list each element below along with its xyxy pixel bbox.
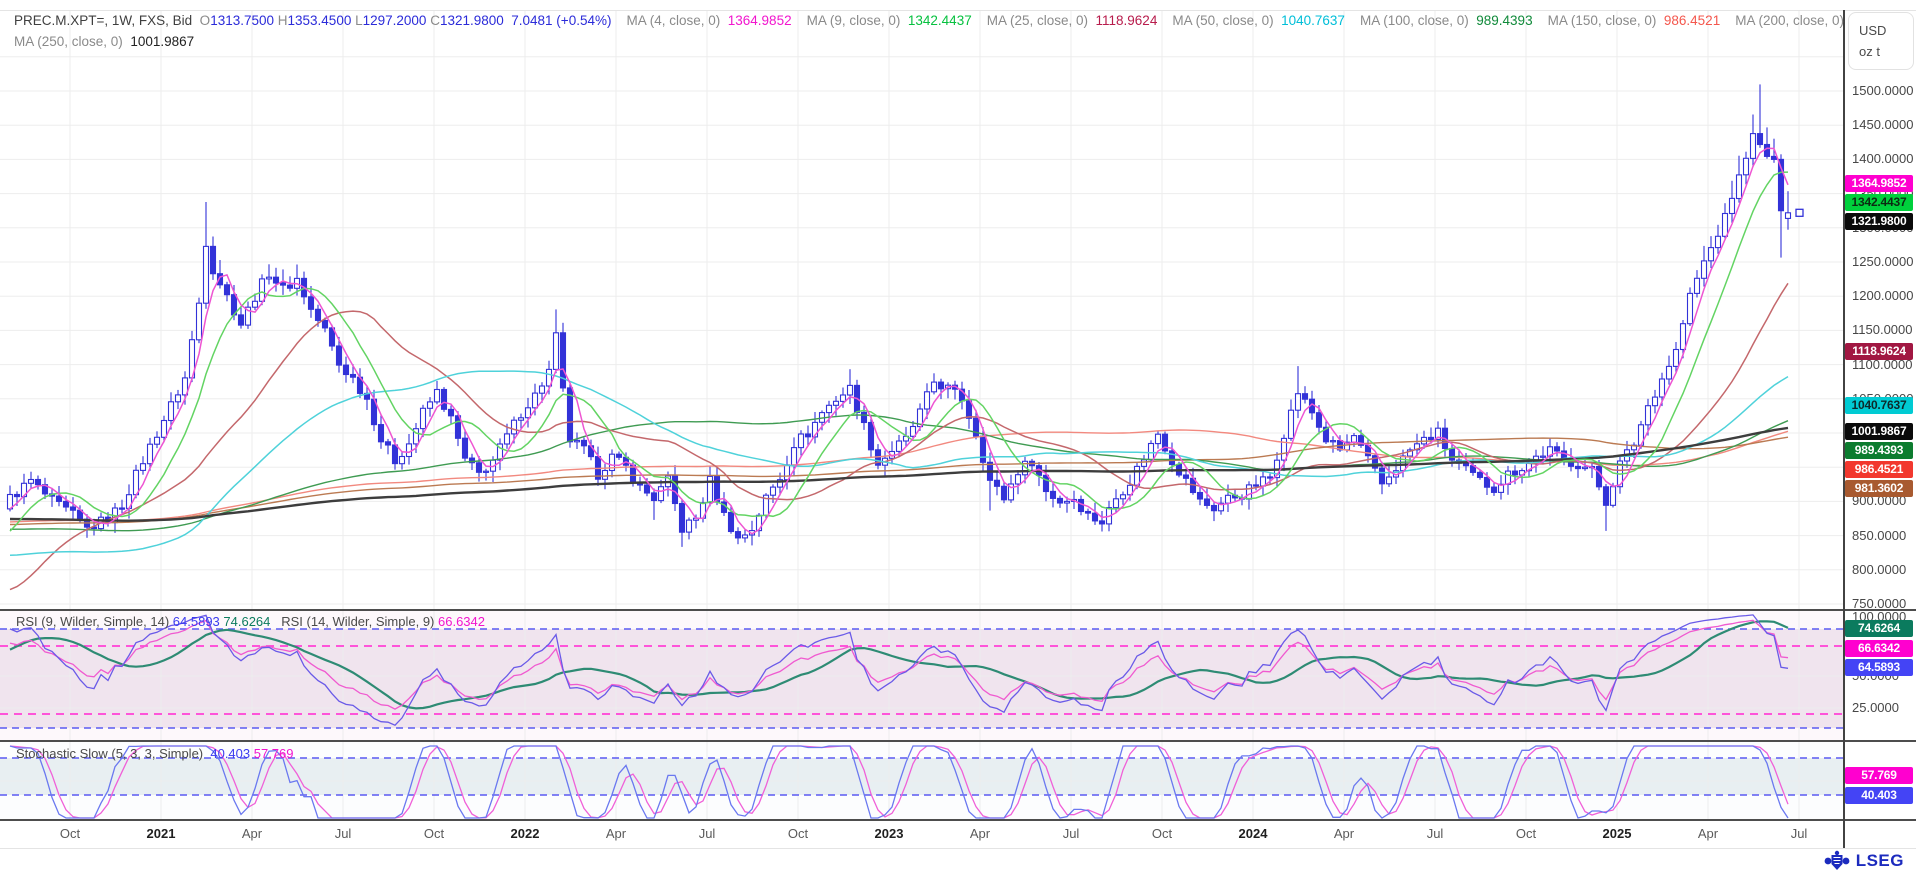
date-label[interactable]: 2021 bbox=[147, 826, 176, 841]
rsi-indicator-label[interactable]: RSI (9, Wilder, Simple, 14) 64.5893 74.6… bbox=[16, 614, 485, 629]
quote-header-segment: MA (150, close, 0) bbox=[1533, 13, 1664, 28]
quote-header-segment: 986.4521 bbox=[1664, 13, 1720, 28]
rsi-tick-label: 25.0000 bbox=[1852, 700, 1899, 715]
price-tick-label: 850.0000 bbox=[1852, 528, 1906, 543]
quote-header-segment: MA (100, close, 0) bbox=[1345, 13, 1476, 28]
price-axis-badge: 1342.4437 bbox=[1845, 194, 1913, 211]
quote-header-segment: 1321.9800 bbox=[440, 13, 504, 28]
date-label[interactable]: Apr bbox=[606, 826, 626, 841]
quote-header-segment: H bbox=[274, 13, 288, 28]
quote-header-segment: MA (200, close, 0) bbox=[1720, 13, 1851, 28]
quote-header-segment: 1040.7637 bbox=[1281, 13, 1345, 28]
quote-header-segment: 1364.9852 bbox=[728, 13, 792, 28]
quote-header-segment: MA (50, close, 0) bbox=[1157, 13, 1281, 28]
quote-header-line1: PREC.M.XPT=, 1W, FXS, Bid O1313.7500 H13… bbox=[14, 12, 1908, 30]
lseg-logo-text: LSEG bbox=[1856, 851, 1904, 871]
quote-header-segment: MA (25, close, 0) bbox=[972, 13, 1096, 28]
date-label[interactable]: Oct bbox=[1152, 826, 1172, 841]
date-label[interactable]: 2025 bbox=[1603, 826, 1632, 841]
quote-header-segment: MA (9, close, 0) bbox=[792, 13, 908, 28]
price-tick-label: 1250.0000 bbox=[1852, 254, 1913, 269]
rsi-label-segment: RSI (14, Wilder, Simple, 9) bbox=[270, 614, 438, 629]
quote-header-segment: 7.0481 (+0.54%) bbox=[504, 13, 612, 28]
rsi-label-segment: 74.6264 bbox=[220, 614, 271, 629]
rsi-label-segment: 66.6342 bbox=[438, 614, 485, 629]
date-label[interactable]: Apr bbox=[242, 826, 262, 841]
quote-header-segment: MA (4, close, 0) bbox=[611, 13, 727, 28]
stoch-label-segment: 40.403 bbox=[210, 746, 250, 761]
quote-header-segment: MA (250, close, 0) bbox=[14, 34, 130, 49]
unit-label: oz t bbox=[1859, 41, 1903, 62]
date-label[interactable]: Jul bbox=[1063, 826, 1080, 841]
date-label[interactable]: 2023 bbox=[875, 826, 904, 841]
price-tick-label: 1150.0000 bbox=[1852, 322, 1913, 337]
price-tick-label: 1400.0000 bbox=[1852, 151, 1913, 166]
stoch-label-segment: Stochastic Slow (5, 3, 3, Simple) bbox=[16, 746, 210, 761]
lseg-crest-icon bbox=[1824, 850, 1850, 872]
price-tick-label: 1500.0000 bbox=[1852, 83, 1913, 98]
stoch-axis-badge: 57.769 bbox=[1845, 767, 1913, 784]
price-axis-badge: 989.4393 bbox=[1845, 442, 1913, 459]
quote-header-segment: 989.4393 bbox=[1476, 13, 1532, 28]
lseg-logo: LSEG bbox=[1824, 850, 1904, 872]
date-label[interactable]: Jul bbox=[699, 826, 716, 841]
price-axis-badge: 1040.7637 bbox=[1845, 397, 1913, 414]
date-label[interactable]: Oct bbox=[60, 826, 80, 841]
quote-header-segment: PREC.M.XPT=, 1W, FXS, Bid bbox=[14, 13, 200, 28]
date-label[interactable]: Apr bbox=[1334, 826, 1354, 841]
date-label[interactable]: Oct bbox=[424, 826, 444, 841]
price-axis-badge: 1321.9800 bbox=[1845, 213, 1913, 230]
stoch-indicator-label[interactable]: Stochastic Slow (5, 3, 3, Simple) 40.403… bbox=[16, 746, 294, 761]
date-label[interactable]: Apr bbox=[970, 826, 990, 841]
quote-header-segment: 1001.9867 bbox=[130, 34, 194, 49]
quote-header-segment: 1353.4500 bbox=[288, 13, 352, 28]
rsi-label-segment: RSI (9, Wilder, Simple, 14) bbox=[16, 614, 173, 629]
quote-header-segment: 1118.9624 bbox=[1096, 13, 1158, 28]
date-label[interactable]: 2024 bbox=[1239, 826, 1268, 841]
date-label[interactable]: Jul bbox=[1791, 826, 1808, 841]
axis-bottom-border bbox=[0, 848, 1916, 849]
quote-header-segment: 1313.7500 bbox=[210, 13, 274, 28]
date-label[interactable]: Jul bbox=[1427, 826, 1444, 841]
date-label[interactable]: 2022 bbox=[511, 826, 540, 841]
rsi-label-segment: 64.5893 bbox=[173, 614, 220, 629]
price-rsi-separator[interactable] bbox=[0, 609, 1916, 611]
chart-window: PREC.M.XPT=, 1W, FXS, Bid O1313.7500 H13… bbox=[0, 0, 1916, 877]
price-axis-badge: 981.3602 bbox=[1845, 480, 1913, 497]
date-label[interactable]: Oct bbox=[788, 826, 808, 841]
date-label[interactable]: Apr bbox=[1698, 826, 1718, 841]
quote-header-segment: C bbox=[426, 13, 440, 28]
price-tick-label: 800.0000 bbox=[1852, 562, 1906, 577]
date-label[interactable]: Jul bbox=[335, 826, 352, 841]
price-tick-label: 1450.0000 bbox=[1852, 117, 1913, 132]
stoch-axis-badge: 40.403 bbox=[1845, 787, 1913, 804]
price-axis-badge: 1364.9852 bbox=[1845, 175, 1913, 192]
chart-top-border bbox=[0, 10, 1916, 11]
quote-header-segment: L bbox=[351, 13, 362, 28]
quote-header-line2: MA (250, close, 0) 1001.9867 bbox=[14, 33, 194, 51]
rsi-stoch-separator[interactable] bbox=[0, 740, 1916, 742]
rsi-axis-badge: 74.6264 bbox=[1845, 620, 1913, 637]
price-axis-badge: 1001.9867 bbox=[1845, 423, 1913, 440]
date-label[interactable]: Oct bbox=[1516, 826, 1536, 841]
quote-header-segment: 1297.2000 bbox=[363, 13, 427, 28]
stoch-axis-separator bbox=[0, 819, 1916, 821]
price-axis-badge: 986.4521 bbox=[1845, 461, 1913, 478]
quote-header-segment: O bbox=[200, 13, 211, 28]
rsi-axis-badge: 64.5893 bbox=[1845, 659, 1913, 676]
rsi-axis-badge: 66.6342 bbox=[1845, 640, 1913, 657]
quote-header-segment: 1342.4437 bbox=[908, 13, 972, 28]
price-tick-label: 1200.0000 bbox=[1852, 288, 1913, 303]
stoch-label-segment: 57.769 bbox=[250, 746, 293, 761]
unit-box: USD oz t bbox=[1848, 12, 1914, 70]
currency-label: USD bbox=[1859, 20, 1903, 41]
price-axis-badge: 1118.9624 bbox=[1845, 343, 1913, 360]
